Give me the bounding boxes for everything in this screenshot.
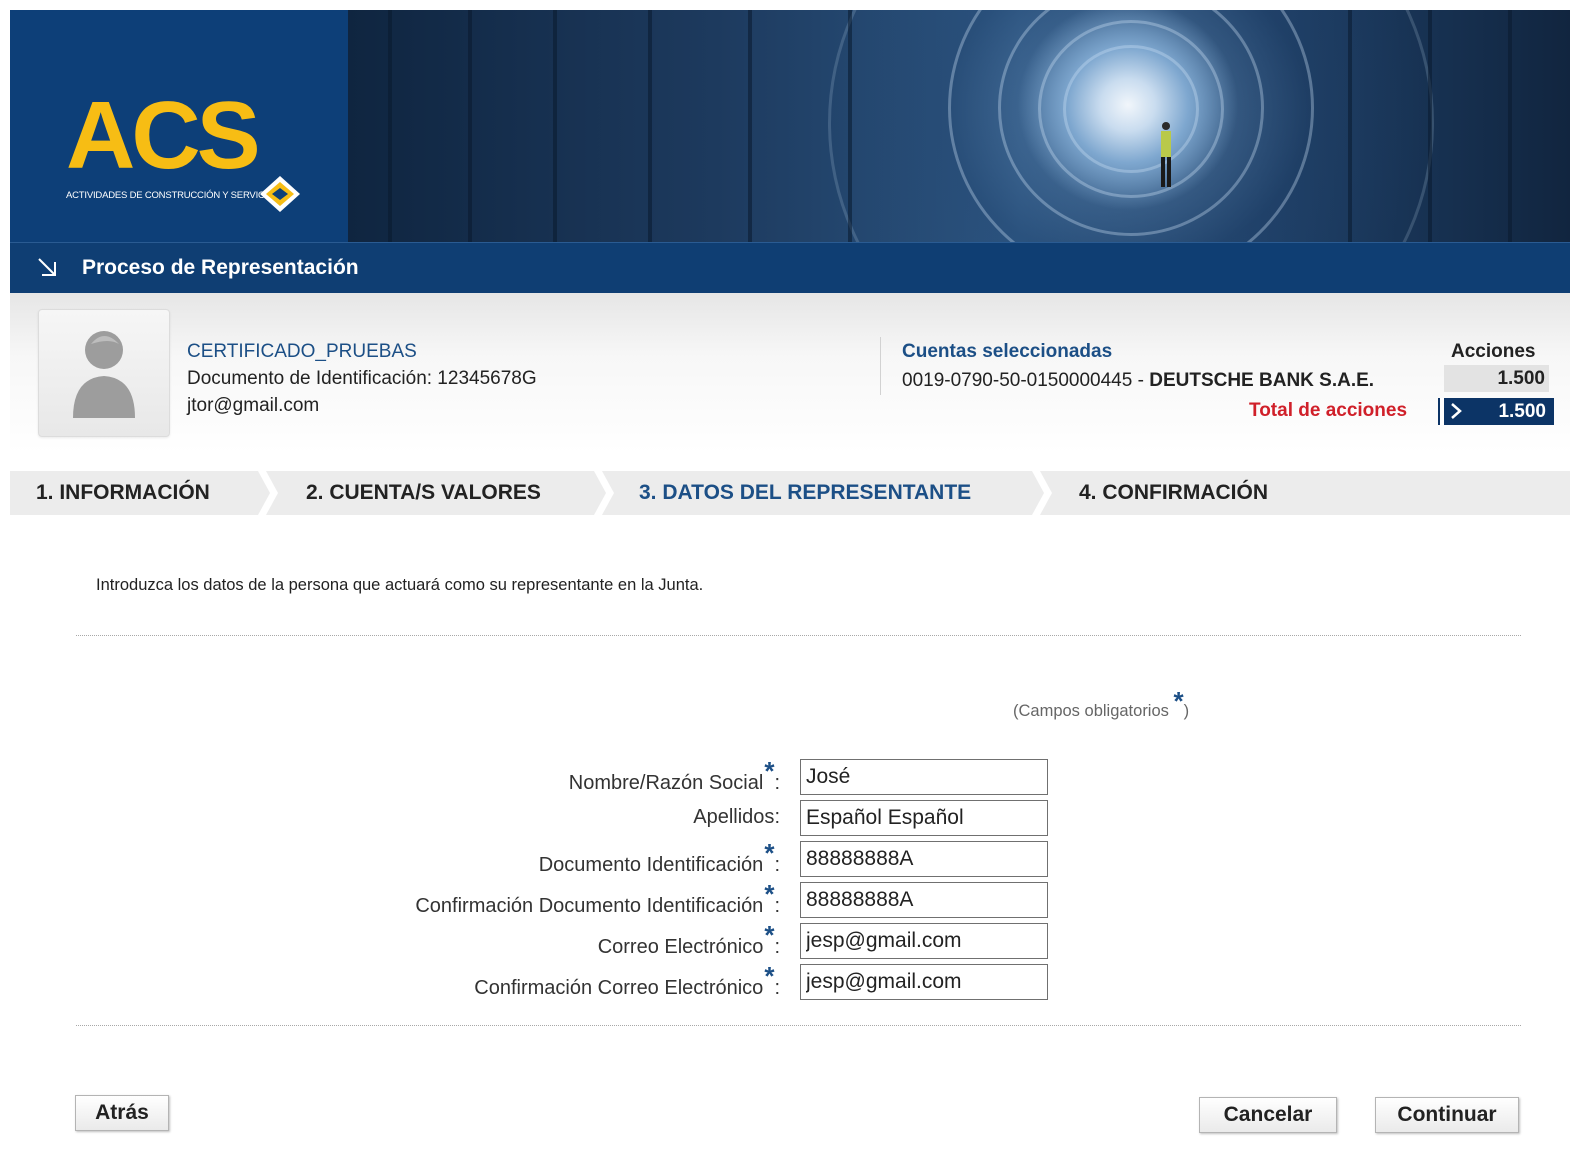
form-row-apellidos: Apellidos: xyxy=(10,800,1570,838)
email-field[interactable] xyxy=(800,923,1048,959)
step-indicator: 1. INFORMACIÓN 2. CUENTA/S VALORES 3. DA… xyxy=(10,471,1570,515)
process-title-bar: Proceso de Representación xyxy=(10,242,1570,294)
step-confirmacion: 4. CONFIRMACIÓN xyxy=(1079,481,1268,504)
asterisk-icon: * xyxy=(764,920,775,950)
tunnel-photo xyxy=(348,10,1570,242)
total-shares-box: 1.500 xyxy=(1440,398,1554,425)
shares-header: Acciones xyxy=(1451,341,1536,362)
user-document: Documento de Identificación: 12345678G xyxy=(187,368,537,389)
required-note-suffix: ) xyxy=(1183,702,1190,720)
step-separator xyxy=(1032,471,1052,515)
step-separator xyxy=(594,471,614,515)
field-label: Confirmación Correo Electrónico*: xyxy=(474,961,780,999)
field-label: Documento Identificación*: xyxy=(538,838,780,876)
field-label: Confirmación Documento Identificación*: xyxy=(415,879,780,917)
accounts-title: Cuentas seleccionadas xyxy=(902,341,1113,362)
step-separator xyxy=(258,471,278,515)
asterisk-icon: * xyxy=(764,961,775,991)
logo-subtitle: ACTIVIDADES DE CONSTRUCCIÓN Y SERVICIOS xyxy=(66,190,281,201)
panel-divider xyxy=(880,337,881,395)
nombre-field[interactable] xyxy=(800,759,1048,795)
asterisk-icon: * xyxy=(1173,686,1184,716)
user-name: CERTIFICADO_PRUEBAS xyxy=(187,341,417,362)
avatar xyxy=(38,309,170,437)
header-banner: ACS ACTIVIDADES DE CONSTRUCCIÓN Y SERVIC… xyxy=(10,10,1570,242)
back-button[interactable]: Atrás xyxy=(75,1095,169,1131)
field-label: Nombre/Razón Social*: xyxy=(568,756,780,794)
step-datos-representante: 3. DATOS DEL REPRESENTANTE xyxy=(639,481,972,504)
form-row-documento: Documento Identificación*: xyxy=(10,838,1570,879)
total-shares-label: Total de acciones xyxy=(1249,400,1408,421)
form-row-nombre: Nombre/Razón Social*: xyxy=(10,756,1570,797)
field-label-text: Apellidos xyxy=(693,806,775,828)
confirm-email-field[interactable] xyxy=(800,964,1048,1000)
apellidos-field[interactable] xyxy=(800,800,1048,836)
step-informacion: 1. INFORMACIÓN xyxy=(36,481,210,504)
field-label-text: Nombre/Razón Social xyxy=(568,772,764,794)
step-cuentas-valores: 2. CUENTA/S VALORES xyxy=(306,481,541,504)
asterisk-icon: * xyxy=(764,838,775,868)
divider xyxy=(76,635,1521,636)
asterisk-icon: * xyxy=(764,879,775,909)
intro-text: Introduzca los datos de la persona que a… xyxy=(96,576,704,594)
account-number: 0019-0790-50-0150000445 - xyxy=(902,370,1150,391)
form-row-confirmacion-correo: Confirmación Correo Electrónico*: xyxy=(10,961,1570,1002)
logo-diamond-icon xyxy=(260,176,300,212)
logo: ACS ACTIVIDADES DE CONSTRUCCIÓN Y SERVIC… xyxy=(10,10,348,242)
shares-value: 1.500 xyxy=(1444,365,1549,392)
account-bank: DEUTSCHE BANK S.A.E. xyxy=(1149,370,1375,391)
total-shares-value: 1.500 xyxy=(1498,401,1546,422)
confirmacion-documento-field[interactable] xyxy=(800,882,1048,918)
account-line: 0019-0790-50-0150000445 - DEUTSCHE BANK … xyxy=(902,370,1374,392)
field-label-text: Documento Identificación xyxy=(538,854,764,876)
field-label: Correo Electrónico*: xyxy=(597,920,780,958)
form-row-confirmacion-documento: Confirmación Documento Identificación*: xyxy=(10,879,1570,920)
chevron-right-icon xyxy=(1451,403,1462,419)
user-email: jtor@gmail.com xyxy=(187,395,320,416)
form-row-correo: Correo Electrónico*: xyxy=(10,920,1570,961)
divider xyxy=(76,1025,1521,1026)
required-note-prefix: (Campos obligatorios xyxy=(1013,702,1174,720)
required-fields-note: (Campos obligatorios *) xyxy=(1013,686,1190,723)
logo-text: ACS xyxy=(66,82,261,189)
asterisk-icon: * xyxy=(764,756,775,786)
documento-field[interactable] xyxy=(800,841,1048,877)
page-frame: ACS ACTIVIDADES DE CONSTRUCCIÓN Y SERVIC… xyxy=(10,10,1570,1157)
cancel-button[interactable]: Cancelar xyxy=(1199,1097,1337,1133)
page-title: Proceso de Representación xyxy=(82,256,359,279)
worker-figure xyxy=(1161,122,1171,187)
field-label-text: Confirmación Documento Identificación xyxy=(415,895,764,917)
user-summary-panel: CERTIFICADO_PRUEBAS Documento de Identif… xyxy=(10,293,1570,453)
field-label-text: Confirmación Correo Electrónico xyxy=(474,977,764,999)
arrow-down-right-icon xyxy=(38,258,56,276)
field-label-text: Correo Electrónico xyxy=(597,936,764,958)
field-label: Apellidos: xyxy=(693,806,780,828)
user-avatar-icon xyxy=(73,331,135,418)
continue-button[interactable]: Continuar xyxy=(1375,1097,1519,1133)
